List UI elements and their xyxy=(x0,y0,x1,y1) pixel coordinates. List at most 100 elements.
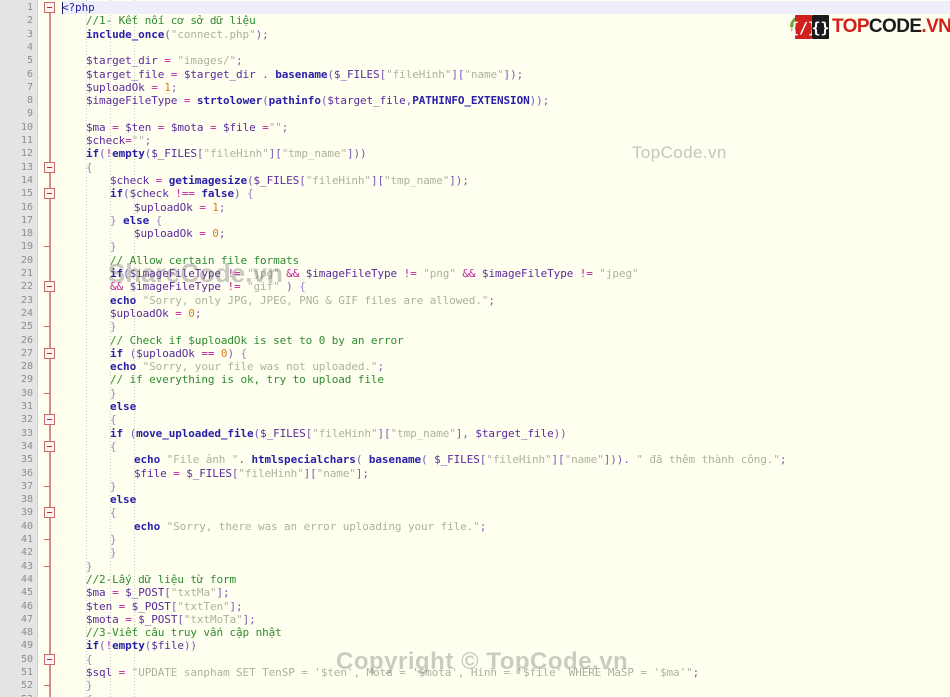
code-token: = xyxy=(168,306,189,320)
code-line[interactable]: include_once("connect.php"); xyxy=(86,28,269,41)
code-line[interactable]: // if everything is ok, try to upload fi… xyxy=(110,373,384,386)
line-number: 45 xyxy=(20,587,33,599)
topcode-logo[interactable]: {/} {} TOPCODE.VNn xyxy=(789,13,950,40)
code-line[interactable]: { xyxy=(110,440,117,453)
code-line[interactable]: } xyxy=(110,387,117,400)
code-line[interactable]: } else { xyxy=(110,214,162,227)
code-line[interactable]: } xyxy=(86,679,93,692)
code-line[interactable]: else xyxy=(110,493,136,506)
fold-collapse-button[interactable] xyxy=(44,440,55,452)
line-number: 43 xyxy=(20,560,33,572)
code-line[interactable]: echo "Sorry, there was an error uploadin… xyxy=(134,520,486,533)
code-token: $file xyxy=(151,639,184,653)
code-line[interactable]: { xyxy=(110,413,117,426)
code-line[interactable]: { xyxy=(86,693,93,697)
code-line[interactable]: $ten = $_POST["txtTen"]; xyxy=(86,600,243,613)
code-line[interactable]: $target_file = $target_dir . basename($_… xyxy=(86,68,523,81)
fold-collapse-button[interactable] xyxy=(44,188,55,200)
code-token: "fileHinh" xyxy=(305,173,371,187)
line-number: 50 xyxy=(20,653,33,665)
code-folding-column[interactable] xyxy=(38,0,62,697)
code-line[interactable]: { xyxy=(86,161,93,174)
code-line[interactable]: } xyxy=(110,533,117,546)
code-line[interactable]: $uploadOk = 0; xyxy=(110,307,201,320)
fold-collapse-button[interactable] xyxy=(44,281,55,293)
code-line[interactable]: echo "File ảnh ". htmlspecialchars( base… xyxy=(134,453,786,466)
code-line[interactable]: $check=""; xyxy=(86,134,151,147)
code-token: ]); xyxy=(503,67,524,81)
code-token: { xyxy=(155,213,163,227)
line-number: 30 xyxy=(20,387,33,399)
code-line[interactable]: } xyxy=(110,480,117,493)
code-line[interactable]: $mota = $_POST["txtMoTa"]; xyxy=(86,613,256,626)
code-line[interactable]: echo "Sorry, your file was not uploaded.… xyxy=(110,360,384,373)
fold-collapse-button[interactable] xyxy=(44,2,55,13)
code-line[interactable]: if($imageFileType != "jpg" && $imageFile… xyxy=(110,267,639,280)
code-token: $target_dir xyxy=(183,67,256,81)
code-line[interactable]: <?php xyxy=(62,1,95,14)
fold-region-end-marker xyxy=(44,326,50,328)
code-token: "jpg" xyxy=(247,267,280,280)
fold-collapse-button[interactable] xyxy=(44,653,55,665)
code-line[interactable]: //2-Lấy dữ liệu từ form xyxy=(86,573,236,586)
code-line[interactable]: else xyxy=(110,400,136,413)
code-line[interactable]: $sql = "UPDATE sanpham SET TenSP = '$ten… xyxy=(86,666,699,679)
code-token: else xyxy=(110,400,137,413)
code-line[interactable]: } xyxy=(110,546,117,559)
code-token: ])) xyxy=(346,147,367,161)
code-token: empty xyxy=(112,147,145,161)
code-line[interactable]: $uploadOk = 0; xyxy=(134,227,225,240)
code-line[interactable]: // Allow certain file formats xyxy=(110,254,299,267)
code-token: else xyxy=(123,213,150,227)
fold-collapse-button[interactable] xyxy=(44,161,55,173)
code-line[interactable]: && $imageFileType != "gif" ) { xyxy=(110,280,306,293)
line-number: 17 xyxy=(20,214,33,226)
code-line[interactable]: { xyxy=(110,506,117,519)
code-line[interactable]: { xyxy=(86,653,93,666)
code-content-area[interactable]: <?php//1- Kết nối cơ sở dữ liệu include_o… xyxy=(62,0,950,697)
code-editor[interactable]: 1 2 3 4 5 6 7 8 9 10 11 12 13 14 15 16 17 18 19 20 21 22 23 24 2… xyxy=(0,0,950,697)
code-line[interactable]: if($check !== false) { xyxy=(110,187,254,200)
code-token: && xyxy=(286,267,300,280)
code-line[interactable]: if(!empty($_FILES["fileHinh"]["tmp_name"… xyxy=(86,147,367,160)
code-token: } xyxy=(86,679,93,693)
code-line[interactable]: echo "Sorry, only JPG, JPEG, PNG & GIF f… xyxy=(110,294,495,307)
code-line[interactable]: $check = getimagesize($_FILES["fileHinh"… xyxy=(110,174,469,187)
fold-collapse-button[interactable] xyxy=(44,507,55,519)
code-token: != xyxy=(227,280,241,294)
code-token: $_FILES xyxy=(186,466,232,480)
code-line[interactable]: $uploadOk = 1; xyxy=(134,201,225,214)
code-line[interactable]: $ma = $ten = $mota = $file =""; xyxy=(86,121,288,134)
code-line[interactable]: } xyxy=(86,560,93,573)
logo-text-code: CODE xyxy=(868,15,922,37)
code-token: "connect.php" xyxy=(170,27,256,41)
code-line[interactable]: $ma = $_POST["txtMa"]; xyxy=(86,586,230,599)
line-number: 34 xyxy=(20,440,33,452)
code-token: ) xyxy=(227,346,241,360)
code-token: { xyxy=(86,160,93,174)
line-number: 41 xyxy=(20,534,33,545)
code-line[interactable]: if(!empty($file)) xyxy=(86,639,197,652)
fold-collapse-button[interactable] xyxy=(44,347,55,359)
code-line[interactable]: $target_dir = "images/"; xyxy=(86,54,243,67)
code-line[interactable]: $imageFileType = strtolower(pathinfo($ta… xyxy=(86,94,549,107)
code-line[interactable]: //1- Kết nối cơ sở dữ liệu xyxy=(86,14,256,27)
code-token: ; xyxy=(488,293,495,307)
code-token: = xyxy=(144,80,165,94)
line-number: 3 xyxy=(26,28,33,40)
code-token: ], xyxy=(455,426,476,440)
code-line[interactable]: //3-Viết câu truy vấn cập nhật xyxy=(86,626,282,639)
code-token: "txtTen" xyxy=(177,599,230,613)
code-line[interactable]: $file = $_FILES["fileHinh"]["name"]; xyxy=(134,467,369,480)
code-line[interactable]: // Check if $uploadOk is set to 0 by an … xyxy=(110,334,404,347)
code-line[interactable]: if (move_uploaded_file($_FILES["fileHinh… xyxy=(110,427,567,440)
code-token: $check xyxy=(110,173,150,187)
code-line[interactable]: } xyxy=(110,240,117,253)
code-line[interactable]: $uploadOk = 1; xyxy=(86,81,177,94)
code-line[interactable]: } xyxy=(110,320,117,333)
code-token: "tmp_name" xyxy=(281,147,347,161)
fold-collapse-button[interactable] xyxy=(44,414,55,426)
code-token: $ten xyxy=(125,120,152,134)
code-line[interactable]: if ($uploadOk == 0) { xyxy=(110,347,247,360)
code-token: ; xyxy=(170,80,178,94)
